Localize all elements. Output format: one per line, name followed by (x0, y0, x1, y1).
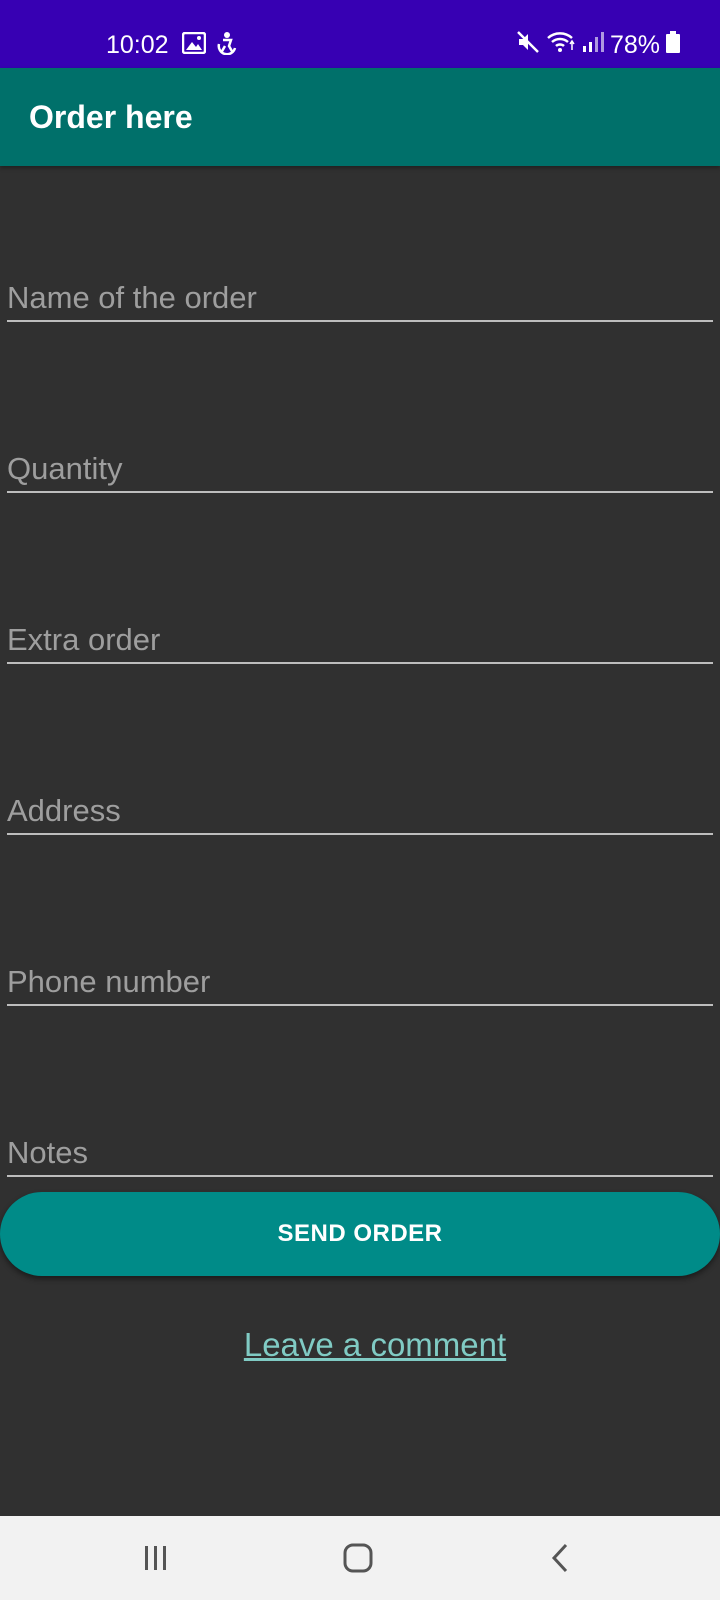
quantity-field[interactable] (7, 433, 713, 493)
order-name-field[interactable] (7, 262, 713, 322)
send-order-button[interactable]: SEND ORDER (0, 1192, 720, 1276)
notes-field[interactable] (7, 1117, 713, 1177)
back-icon (550, 1543, 570, 1578)
page-title: Order here (29, 99, 193, 135)
status-bar: 10:02 78% (0, 0, 720, 68)
recents-button[interactable] (136, 1540, 176, 1580)
status-right: 78% (516, 28, 680, 62)
address-field[interactable] (7, 775, 713, 835)
wifi-icon (546, 30, 576, 61)
phone-number-field[interactable] (7, 946, 713, 1006)
status-left-icons (181, 31, 238, 60)
address-input[interactable] (7, 775, 713, 833)
home-button[interactable] (338, 1540, 378, 1580)
leave-comment-link[interactable]: Leave a comment (0, 1322, 720, 1368)
image-icon (181, 31, 207, 59)
extra-order-field[interactable] (7, 604, 713, 664)
battery-level: 78% (609, 30, 660, 59)
accessibility-icon (216, 31, 238, 60)
quantity-input[interactable] (7, 433, 713, 491)
status-time: 10:02 (106, 31, 169, 59)
order-name-input[interactable] (7, 262, 713, 320)
app-bar: Order here (0, 68, 720, 166)
recents-icon (142, 1545, 170, 1576)
home-icon (343, 1543, 373, 1578)
signal-icon (582, 31, 604, 60)
navigation-bar (0, 1516, 720, 1600)
phone-number-input[interactable] (7, 946, 713, 1004)
battery-icon (666, 30, 680, 60)
mute-icon (516, 30, 540, 61)
extra-order-input[interactable] (7, 604, 713, 662)
notes-input[interactable] (7, 1117, 713, 1175)
back-button[interactable] (540, 1540, 580, 1580)
